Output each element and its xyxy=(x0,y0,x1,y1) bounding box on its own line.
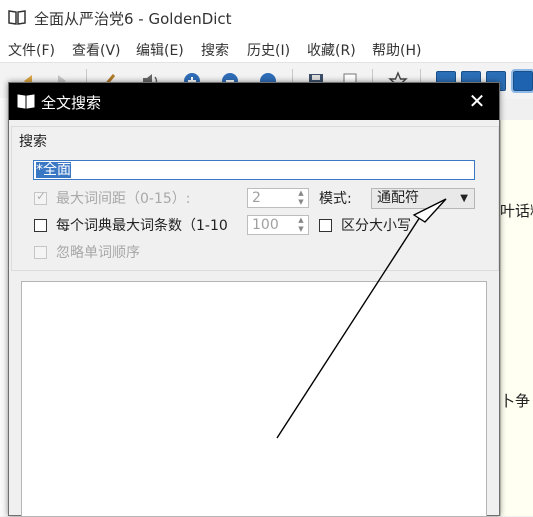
check-mark-icon: ✓ xyxy=(36,189,47,203)
book-icon xyxy=(17,94,35,109)
mode-value: 通配符 xyxy=(377,190,419,206)
max-distance-spinbox[interactable]: 2 ▲ ▼ xyxy=(247,188,309,208)
max-distance-checkbox[interactable]: ✓ xyxy=(34,189,47,205)
menu-help[interactable]: 帮助(H) xyxy=(372,40,421,60)
app-titlebar: 全面从严治党6 - GoldenDict xyxy=(0,0,533,36)
search-dictionary-icon[interactable] xyxy=(511,69,533,93)
dialog-title: 全文搜索 xyxy=(41,94,102,112)
menu-history[interactable]: 历史(I) xyxy=(247,40,290,60)
match-case-label: 区分大小写 xyxy=(341,218,411,234)
match-case-checkbox[interactable] xyxy=(319,219,332,232)
spinbox-arrows-icon[interactable]: ▲ ▼ xyxy=(294,216,308,234)
article-text-fragment: 叶话料 xyxy=(500,202,533,220)
menu-edit[interactable]: 编辑(E) xyxy=(136,40,184,60)
selected-query-text: *全面 xyxy=(36,162,71,178)
mode-select[interactable]: 通配符 ▼ xyxy=(371,188,475,209)
search-results-list[interactable] xyxy=(21,281,487,517)
menu-file[interactable]: 文件(F) xyxy=(8,40,55,60)
max-articles-checkbox[interactable] xyxy=(34,219,47,232)
max-articles-value: 100 xyxy=(252,217,279,233)
dialog-titlebar: 全文搜索 ✕ xyxy=(9,83,499,120)
max-articles-label: 每个词典最大词条数（1-10 xyxy=(56,218,228,234)
menu-search[interactable]: 搜索 xyxy=(201,40,229,60)
mode-label: 模式: xyxy=(319,191,352,207)
max-distance-label: 最大词间距（0-15）: xyxy=(56,191,191,207)
search-query-input[interactable]: *全面 xyxy=(33,160,475,180)
fulltext-search-dialog: 全文搜索 ✕ 搜索 *全面 ✓ 最大词间距（0-15）: 2 ▲ ▼ 模式: 通配… xyxy=(8,82,500,517)
menu-view[interactable]: 查看(V) xyxy=(72,40,121,60)
menu-favorites[interactable]: 收藏(R) xyxy=(307,40,356,60)
menubar: 文件(F) 查看(V) 编辑(E) 搜索 历史(I) 收藏(R) 帮助(H) xyxy=(0,36,533,62)
article-text-fragment: 卜争 xyxy=(500,392,531,410)
max-articles-spinbox[interactable]: 100 ▲ ▼ xyxy=(247,215,309,235)
max-distance-value: 2 xyxy=(252,190,261,206)
ignore-order-label: 忽略单词顺序 xyxy=(56,245,140,261)
chevron-down-icon: ▼ xyxy=(460,193,468,204)
group-title: 搜索 xyxy=(19,131,47,151)
ignore-order-checkbox[interactable] xyxy=(34,246,47,259)
spinbox-arrows-icon[interactable]: ▲ ▼ xyxy=(294,189,308,207)
book-icon xyxy=(8,10,26,25)
article-panel xyxy=(500,120,533,516)
close-icon[interactable]: ✕ xyxy=(465,89,489,113)
window-title: 全面从严治党6 - GoldenDict xyxy=(34,10,232,28)
